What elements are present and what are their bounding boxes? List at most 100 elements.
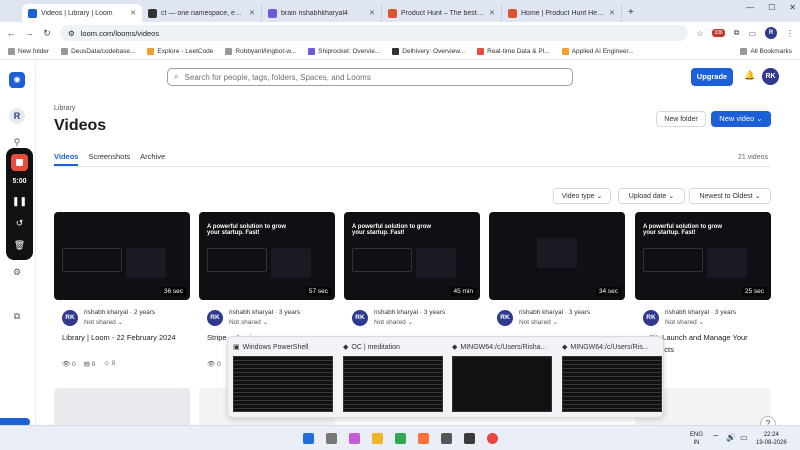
search-taskbar-icon[interactable] [326, 433, 337, 444]
thumbnail-headline: A powerful solution to grow your startup… [643, 224, 723, 236]
wifi-icon[interactable]: ⌔ [712, 434, 720, 442]
bookmark-item[interactable]: New folder [8, 48, 49, 55]
language-indicator[interactable]: ENG IN [690, 431, 703, 447]
menu-icon[interactable]: ⋮ [786, 29, 794, 38]
terminal-taskbar-icon[interactable] [464, 433, 475, 444]
battery-icon[interactable]: ▭ [740, 434, 748, 442]
video-card[interactable]: 36 sec RK rishabh kharyal · 2 years Not … [54, 212, 190, 382]
profile-avatar[interactable]: R [765, 27, 777, 39]
video-thumbnail[interactable]: A powerful solution to grow your startup… [344, 212, 480, 300]
tab-screenshots[interactable]: Screenshots [88, 152, 130, 166]
address-bar[interactable]: ⚙ loom.com/looms/videos [60, 25, 689, 41]
tab-ct[interactable]: ct — one namespace, every m ✕ [142, 4, 262, 22]
views-count: 👁 0 [62, 361, 76, 368]
video-thumbnail[interactable]: A powerful solution to grow your startup… [199, 212, 335, 300]
forward-icon[interactable]: → [24, 28, 34, 38]
thumbnail-graphic [352, 248, 412, 272]
close-icon[interactable]: ✕ [609, 9, 615, 17]
terminal-icon: ◆ [343, 344, 349, 351]
delete-icon[interactable]: 🗑 [6, 240, 33, 251]
bookmark-star-icon[interactable]: ☆ [696, 29, 703, 38]
preview-powershell[interactable]: ▣ Windows PowerShell [233, 341, 337, 412]
breadcrumb[interactable]: Library [54, 105, 75, 112]
notification-bell-icon[interactable]: 🔔 [744, 70, 755, 81]
copy-icon[interactable]: ⧉ [9, 308, 25, 324]
bookmark-item[interactable]: Applied AI Engineer... [561, 48, 634, 55]
minimize-icon[interactable]: — [746, 3, 754, 12]
library-tabs: Videos Screenshots Archive [54, 152, 165, 166]
close-icon[interactable]: ✕ [489, 9, 495, 17]
duration-badge: 45 min [450, 287, 476, 296]
github-icon [225, 48, 233, 55]
file-explorer-icon[interactable] [372, 433, 383, 444]
back-icon[interactable]: ← [6, 28, 16, 38]
bookmark-item[interactable]: Shiprocket: Overvie... [308, 48, 380, 55]
bookmark-item[interactable]: Delhivery: Overview... [392, 48, 465, 55]
tab-videos[interactable]: Videos [54, 152, 79, 166]
share-status[interactable]: Not shared ⌄ [229, 318, 268, 326]
tab-loom[interactable]: Videos | Library | Loom ✕ [22, 4, 142, 22]
preview-mingw-2[interactable]: ◆ MINGW64:/c/Users/Ris... [562, 341, 666, 412]
video-title[interactable]: Library | Loom - 22 February 2024 [62, 332, 190, 344]
clock[interactable]: 22:24 19-08-2026 [756, 431, 787, 447]
extension-badge[interactable]: 336 [712, 29, 725, 37]
firefox-icon[interactable] [418, 433, 429, 444]
start-icon[interactable] [303, 433, 314, 444]
video-thumbnail[interactable]: 36 sec [54, 212, 190, 300]
bookmark-item[interactable]: DeusData/codebase... [61, 48, 135, 55]
video-thumbnail[interactable]: 34 sec [489, 212, 625, 300]
tab-brain[interactable]: brain rishabhkharyal4 ✕ [262, 4, 382, 22]
chrome-icon[interactable] [487, 433, 498, 444]
video-type-filter[interactable]: Video type ⌄ [553, 188, 611, 204]
sort-filter[interactable]: Newest to Oldest ⌄ [689, 188, 771, 204]
share-status[interactable]: Not shared ⌄ [84, 318, 123, 326]
restart-icon[interactable]: ↺ [6, 218, 33, 229]
share-status[interactable]: Not shared ⌄ [374, 318, 413, 326]
maximize-icon[interactable]: ☐ [768, 3, 775, 12]
git-bash-icon[interactable] [441, 433, 452, 444]
volume-icon[interactable]: 🔊 [726, 434, 736, 442]
sidepanel-icon[interactable]: ▭ [748, 29, 756, 38]
close-icon[interactable]: ✕ [130, 9, 136, 17]
workspace-avatar[interactable]: R [9, 108, 25, 124]
new-tab-button[interactable]: + [622, 4, 640, 22]
terminal-icon: ▣ [233, 344, 240, 351]
close-window-icon[interactable]: ✕ [789, 3, 796, 12]
new-folder-button[interactable]: New folder [656, 111, 706, 127]
reload-icon[interactable]: ↻ [42, 28, 52, 39]
pause-icon[interactable]: ❚❚ [6, 196, 33, 207]
bookmark-item[interactable]: Robbyant/lingbot-w... [225, 48, 296, 55]
producthunt-favicon-icon [508, 8, 517, 18]
close-icon[interactable]: ✕ [369, 9, 375, 17]
thumbnail-graphic [62, 248, 122, 272]
preview-mingw-1[interactable]: ◆ MINGW64:/c/Users/Risha... [452, 341, 556, 412]
preview-meditation[interactable]: ◆ OC | meditation [343, 341, 447, 412]
video-stats: 👁 0 ▤ 0 ☺ 0 [62, 360, 115, 368]
store-icon[interactable] [395, 433, 406, 444]
new-video-button[interactable]: New video ⌄ [711, 111, 771, 127]
share-status[interactable]: Not shared ⌄ [665, 318, 704, 326]
upgrade-button[interactable]: Upgrade [691, 68, 733, 86]
bookmark-item[interactable]: Explore - LeetCode [147, 48, 213, 55]
video-thumbnail[interactable]: A powerful solution to grow your startup… [635, 212, 771, 300]
upload-date-filter[interactable]: Upload date ⌄ [618, 188, 685, 204]
bookmarks-bar: New folder DeusData/codebase... Explore … [0, 44, 800, 60]
share-status[interactable]: Not shared ⌄ [519, 318, 558, 326]
stop-recording-button[interactable] [11, 154, 28, 171]
copilot-icon[interactable] [349, 433, 360, 444]
settings-icon[interactable]: ⚙ [9, 264, 25, 280]
close-icon[interactable]: ✕ [249, 9, 255, 17]
video-card-placeholder[interactable] [54, 388, 190, 428]
tab-archive[interactable]: Archive [140, 152, 165, 166]
extensions-icon[interactable]: ⧉ [734, 28, 740, 38]
all-bookmarks[interactable]: All Bookmarks [740, 48, 792, 55]
tab-ph-help[interactable]: Home | Product Hunt Help Cent ✕ [502, 4, 622, 22]
loom-logo-icon[interactable]: ✺ [9, 72, 25, 88]
bookmark-item[interactable]: Real-time Data & Pl... [477, 48, 550, 55]
shiprocket-icon [308, 48, 316, 55]
user-avatar[interactable]: RK [762, 68, 779, 85]
search-input[interactable]: ⌕ Search for people, tags, folders, Space… [167, 68, 573, 86]
site-info-icon[interactable]: ⚙ [68, 29, 75, 38]
terminal-icon: ◆ [452, 344, 458, 351]
tab-producthunt[interactable]: Product Hunt – The best new p ✕ [382, 4, 502, 22]
